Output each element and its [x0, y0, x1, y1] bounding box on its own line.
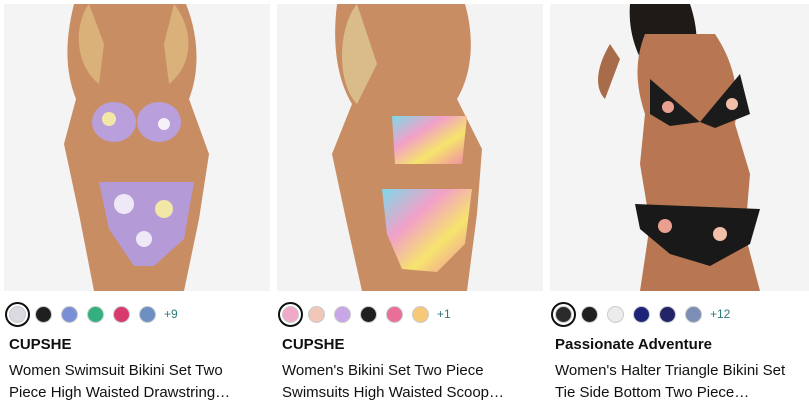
color-swatches: +9	[5, 301, 178, 327]
color-swatch[interactable]	[412, 305, 429, 323]
more-colors-link[interactable]: +9	[164, 307, 178, 321]
product-title-line: Women's Halter Triangle Bikini Set	[555, 362, 786, 379]
product-image[interactable]	[550, 4, 809, 291]
color-swatch[interactable]	[278, 301, 303, 327]
more-colors-link[interactable]: +12	[710, 307, 730, 321]
color-swatch[interactable]	[5, 301, 30, 327]
color-swatch[interactable]	[386, 305, 403, 323]
color-swatch[interactable]	[551, 301, 576, 327]
color-swatch[interactable]	[685, 305, 702, 323]
product-card[interactable]: +12 Passionate Adventure Women's Halter …	[550, 0, 809, 404]
product-image[interactable]	[277, 4, 543, 291]
brand-name: Passionate Adventure	[555, 336, 712, 353]
color-swatch[interactable]	[581, 305, 598, 323]
brand-name: CUPSHE	[282, 336, 345, 353]
product-grid: +9 CUPSHE Women Swimsuit Bikini Set Two …	[0, 0, 809, 404]
color-swatch[interactable]	[61, 305, 78, 323]
product-title[interactable]: Women's Bikini Set Two Piece Swimsuits H…	[282, 360, 532, 404]
product-title-line: Women's Bikini Set Two Piece	[282, 362, 484, 379]
product-card[interactable]: +9 CUPSHE Women Swimsuit Bikini Set Two …	[4, 0, 270, 404]
color-swatch[interactable]	[334, 305, 351, 323]
color-swatches: +1	[278, 301, 451, 327]
product-card[interactable]: +1 CUPSHE Women's Bikini Set Two Piece S…	[277, 0, 543, 404]
color-swatch[interactable]	[607, 305, 624, 323]
color-swatches: +12	[551, 301, 730, 327]
color-swatch[interactable]	[308, 305, 325, 323]
color-swatch[interactable]	[113, 305, 130, 323]
more-colors-link[interactable]: +1	[437, 307, 451, 321]
product-image[interactable]	[4, 4, 270, 291]
product-title-line: Women Swimsuit Bikini Set Two	[9, 362, 223, 379]
brand-name: CUPSHE	[9, 336, 72, 353]
color-swatch[interactable]	[360, 305, 377, 323]
color-swatch[interactable]	[633, 305, 650, 323]
swimsuit-photo-icon	[4, 4, 270, 291]
color-swatch[interactable]	[139, 305, 156, 323]
product-title-line: Tie Side Bottom Two Piece…	[555, 384, 750, 401]
product-title-line: Swimsuits High Waisted Scoop…	[282, 384, 505, 401]
color-swatch[interactable]	[35, 305, 52, 323]
product-title-line: Piece High Waisted Drawstring…	[9, 384, 231, 401]
swimsuit-photo-icon	[277, 4, 543, 291]
swimsuit-photo-icon	[550, 4, 809, 291]
color-swatch[interactable]	[87, 305, 104, 323]
product-title[interactable]: Women Swimsuit Bikini Set Two Piece High…	[9, 360, 259, 404]
color-swatch[interactable]	[659, 305, 676, 323]
product-title[interactable]: Women's Halter Triangle Bikini Set Tie S…	[555, 360, 805, 404]
